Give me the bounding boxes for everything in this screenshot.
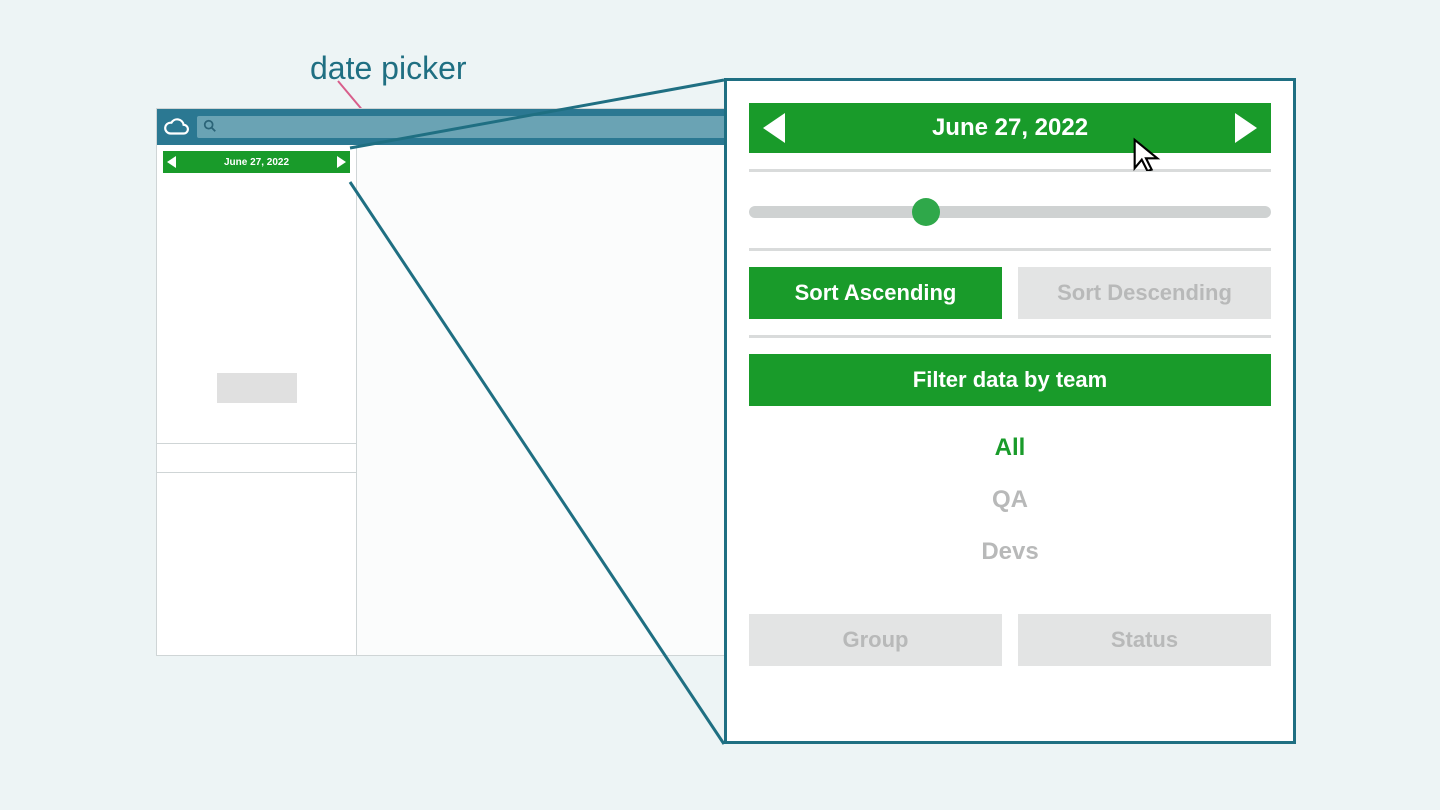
filter-option-qa[interactable]: QA [992, 486, 1028, 514]
prev-date-button[interactable] [763, 113, 785, 143]
date-navigator: June 27, 2022 [749, 103, 1271, 153]
next-date-icon[interactable] [337, 156, 346, 168]
filter-option-devs[interactable]: Devs [981, 538, 1038, 566]
sort-descending-button[interactable]: Sort Descending [1018, 267, 1271, 319]
annotation-label: date picker [310, 50, 467, 87]
sort-ascending-button[interactable]: Sort Ascending [749, 267, 1002, 319]
date-picker-mini[interactable]: June 27, 2022 [163, 151, 350, 173]
filter-header: Filter data by team [749, 354, 1271, 406]
divider [749, 248, 1271, 251]
sidebar-placeholder-row [157, 443, 356, 473]
filter-options: All QA Devs [749, 406, 1271, 594]
sidebar-placeholder [217, 373, 297, 403]
date-picker-mini-label: June 27, 2022 [224, 157, 289, 168]
cursor-icon [1129, 137, 1163, 171]
next-date-button[interactable] [1235, 113, 1257, 143]
search-icon [203, 119, 217, 136]
current-date-label: June 27, 2022 [932, 114, 1088, 142]
slider-thumb[interactable] [912, 198, 940, 226]
app-sidebar: June 27, 2022 [157, 145, 357, 655]
divider [749, 335, 1271, 338]
date-picker-zoom-panel: June 27, 2022 Sort Ascending Sort Descen… [724, 78, 1296, 744]
cloud-icon [163, 116, 189, 138]
divider [749, 169, 1271, 172]
group-button[interactable]: Group [749, 614, 1002, 666]
status-button[interactable]: Status [1018, 614, 1271, 666]
prev-date-icon[interactable] [167, 156, 176, 168]
date-slider[interactable] [749, 206, 1271, 218]
filter-option-all[interactable]: All [995, 434, 1026, 462]
